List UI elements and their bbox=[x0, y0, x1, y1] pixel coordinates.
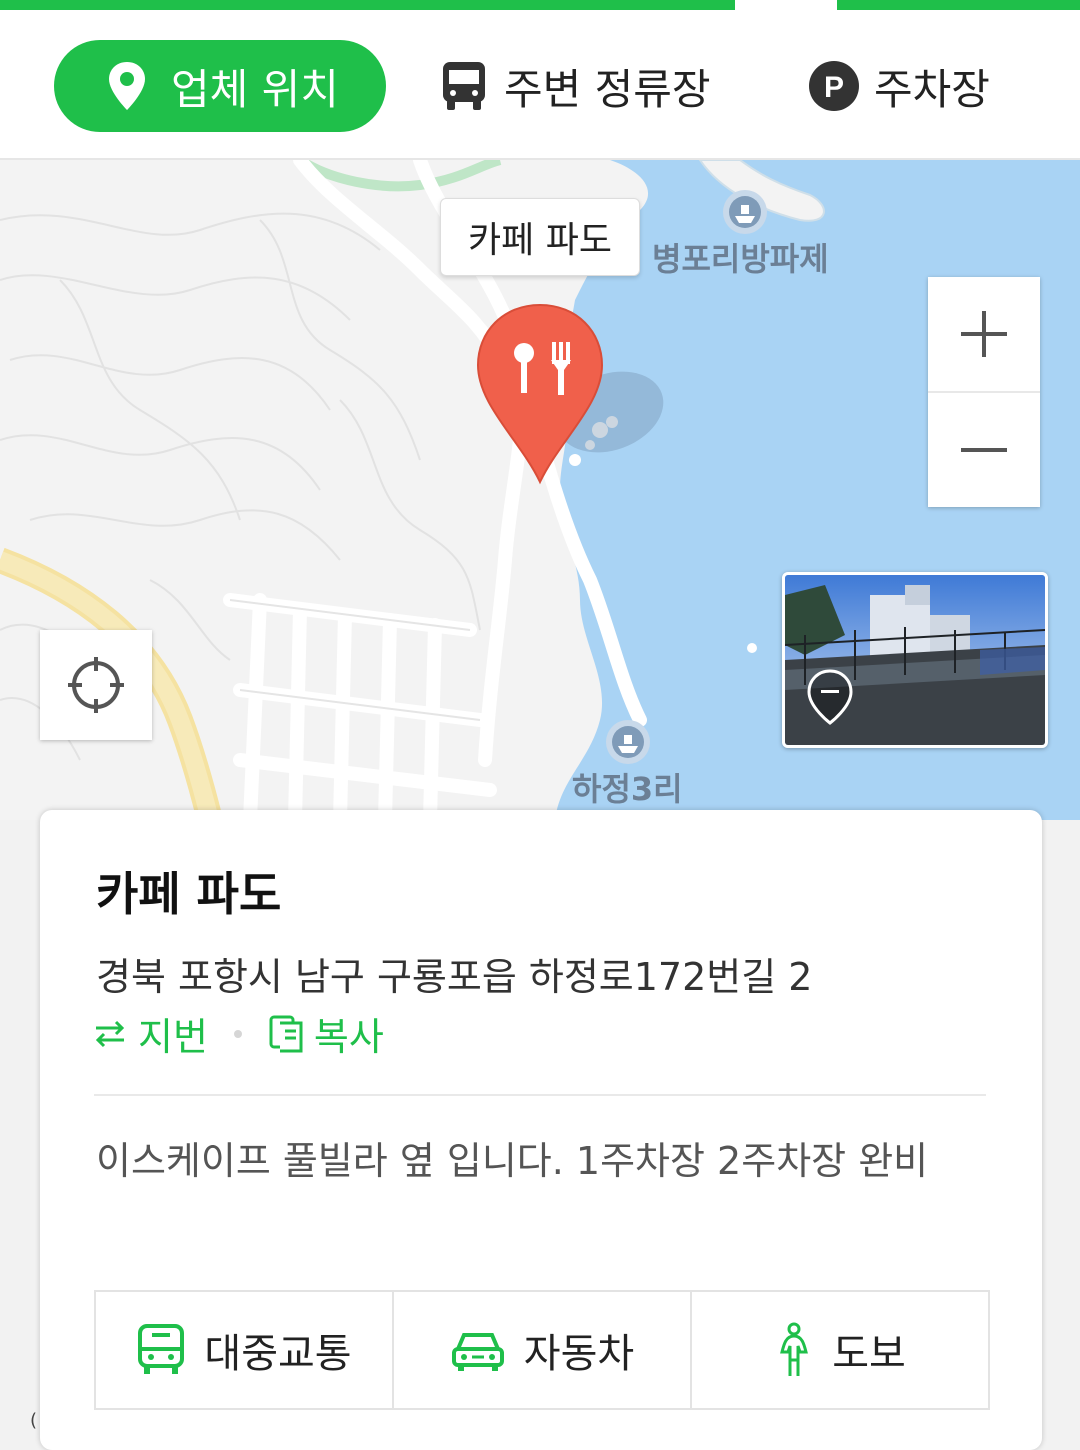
copy-label: 복사 bbox=[313, 1015, 384, 1059]
route-walk-button[interactable]: 도보 bbox=[692, 1292, 988, 1408]
tab-business-location-label: 업체 위치 bbox=[171, 64, 339, 114]
top-accent-gap bbox=[735, 0, 837, 10]
zoom-control bbox=[928, 277, 1040, 507]
zoom-in-button[interactable] bbox=[928, 277, 1040, 391]
place-name: 카페 파도 bbox=[96, 867, 282, 921]
route-transit-button[interactable]: 대중교통 bbox=[96, 1292, 394, 1408]
route-walk-label: 도보 bbox=[832, 1331, 906, 1377]
ferry-icon-village bbox=[606, 720, 650, 764]
zoom-out-button[interactable] bbox=[928, 393, 1040, 507]
card-divider bbox=[94, 1094, 986, 1096]
place-description: 이스케이프 풀빌라 옆 입니다. 1주차장 2주차장 완비 bbox=[96, 1139, 929, 1183]
transit-bus-icon bbox=[136, 1323, 186, 1377]
walking-person-icon bbox=[774, 1322, 814, 1378]
route-transit-label: 대중교통 bbox=[204, 1331, 352, 1377]
address-actions: 지번 복사 bbox=[92, 1006, 384, 1061]
place-address: 경북 포항시 남구 구룡포읍 하정로172번길 2 bbox=[96, 955, 813, 999]
tab-business-location[interactable]: 업체 위치 bbox=[54, 40, 386, 132]
tab-bar: 업체 위치 주변 정류장 P 주차장 bbox=[0, 10, 1080, 160]
minus-icon bbox=[961, 448, 1007, 452]
my-location-button[interactable] bbox=[40, 630, 152, 740]
top-accent-bar bbox=[0, 0, 1080, 10]
swap-arrows-icon bbox=[92, 1016, 128, 1052]
parking-icon: P bbox=[808, 60, 860, 112]
plus-icon bbox=[961, 311, 1007, 357]
lot-number-toggle[interactable]: 지번 bbox=[92, 1006, 208, 1061]
ferry-icon-breakwater bbox=[723, 190, 767, 234]
street-view-thumbnail[interactable] bbox=[782, 572, 1048, 748]
route-options: 대중교통 자동차 도보 bbox=[94, 1290, 990, 1410]
lot-number-label: 지번 bbox=[138, 1015, 208, 1059]
map-label-breakwater: 병포리방파제 bbox=[652, 240, 829, 278]
route-car-label: 자동차 bbox=[523, 1331, 635, 1377]
copy-icon bbox=[268, 1014, 304, 1054]
car-icon bbox=[450, 1327, 506, 1373]
map-place-label[interactable]: 카페 파도 bbox=[440, 198, 640, 276]
action-separator bbox=[233, 1029, 242, 1038]
street-view-image bbox=[785, 575, 1045, 745]
parking-badge-letter: P bbox=[824, 71, 844, 104]
tab-parking-label: 주차장 bbox=[874, 64, 990, 114]
place-info-card: 카페 파도 경북 포항시 남구 구룡포읍 하정로172번길 2 지번 복사 이스… bbox=[40, 810, 1042, 1450]
crosshair-icon bbox=[68, 657, 124, 713]
tab-nearby-stops-label: 주변 정류장 bbox=[504, 64, 711, 114]
location-pin-icon bbox=[101, 60, 153, 112]
copy-address-button[interactable]: 복사 bbox=[268, 1006, 384, 1061]
tab-parking[interactable]: P 주차장 bbox=[808, 40, 990, 132]
bus-icon bbox=[438, 60, 490, 112]
map-view[interactable]: 카페 파도 병포리방파제 하정3리 bbox=[0, 160, 1080, 820]
footer-fragment: ( bbox=[30, 1410, 38, 1431]
map-label-village: 하정3리 bbox=[572, 770, 683, 808]
route-car-button[interactable]: 자동차 bbox=[394, 1292, 692, 1408]
tab-nearby-stops[interactable]: 주변 정류장 bbox=[438, 40, 711, 132]
